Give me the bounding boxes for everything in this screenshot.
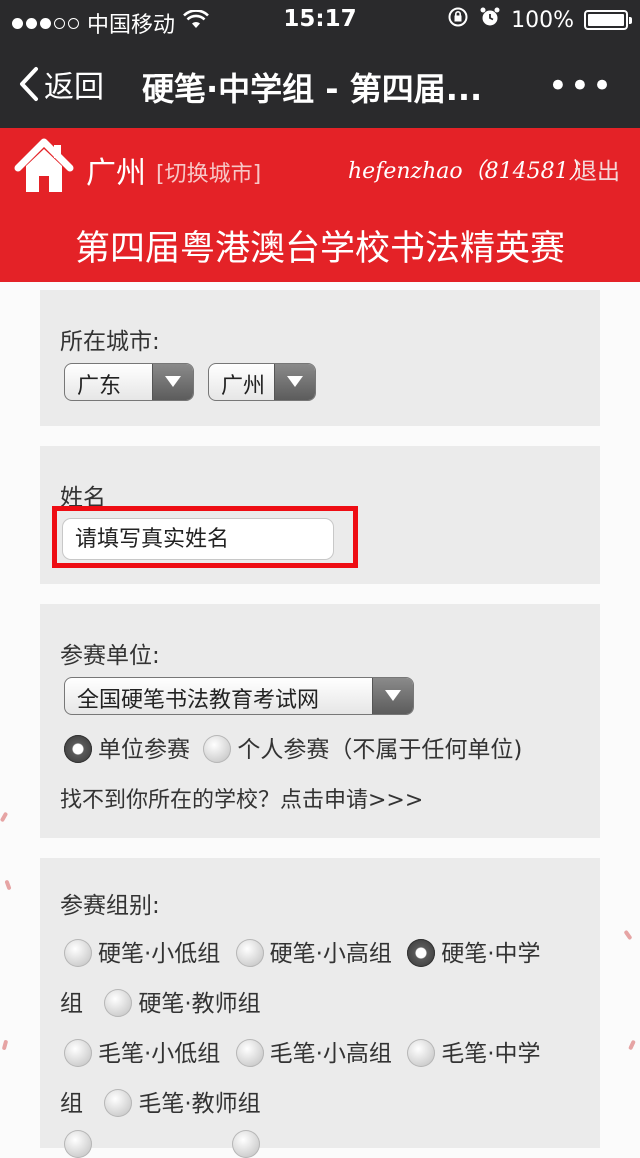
radio-unchecked-icon[interactable] xyxy=(407,1039,436,1067)
apply-school-link[interactable]: 找不到你所在的学校？点击申请>>> xyxy=(60,782,423,814)
home-icon[interactable] xyxy=(14,136,74,200)
group-option-brush-high[interactable]: 毛笔·小高组 xyxy=(235,1034,392,1068)
petal-decoration xyxy=(4,879,12,891)
group-option-label-continued: 组 xyxy=(60,991,83,1017)
group-option-label: 毛笔·中学 xyxy=(441,1041,541,1067)
unit-entry-option[interactable]: 单位参赛 xyxy=(64,730,190,764)
province-select-value: 广东 xyxy=(77,374,122,399)
rotation-lock-icon xyxy=(447,6,469,34)
user-account: hefenzhao（814581） xyxy=(348,159,591,184)
unit-label: 参赛单位: xyxy=(60,643,160,669)
unit-entry-label: 单位参赛 xyxy=(98,737,190,763)
radio-checked-icon[interactable] xyxy=(64,735,92,763)
chevron-down-icon xyxy=(274,364,315,400)
name-input[interactable] xyxy=(62,518,334,560)
group-label: 参赛组别: xyxy=(60,893,160,919)
group-row-2: 组 硬笔·教师组 xyxy=(60,984,267,1018)
unit-select-value: 全国硬笔书法教育考试网 xyxy=(77,688,320,713)
logout-link[interactable]: 退出 xyxy=(574,152,620,186)
unit-select[interactable]: 全国硬笔书法教育考试网 xyxy=(64,677,414,715)
chevron-down-icon xyxy=(372,678,413,714)
group-option-label: 毛笔·教师组 xyxy=(138,1091,261,1117)
group-option-label: 硬笔·小高组 xyxy=(269,941,392,967)
battery-percent: 100% xyxy=(511,7,574,33)
petal-decoration xyxy=(623,929,633,941)
radio-unchecked-icon[interactable] xyxy=(203,735,232,763)
back-button[interactable]: 返回 xyxy=(18,62,104,106)
site-header: 广州 [切换城市] hefenzhao（814581） 退出 第四届粤港澳台学校… xyxy=(0,128,640,282)
city-select[interactable]: 广州 xyxy=(208,363,316,401)
group-option-hard-high[interactable]: 硬笔·小高组 xyxy=(235,934,392,968)
petal-decoration xyxy=(1,1039,9,1051)
name-panel: 姓名 xyxy=(40,446,600,584)
group-option-brush-middle[interactable]: 毛笔·中学 xyxy=(407,1034,541,1068)
chevron-left-icon xyxy=(18,66,40,102)
group-row-5-partial xyxy=(64,1130,266,1158)
city-panel: 所在城市: 广东 广州 xyxy=(40,290,600,426)
radio-unchecked-icon[interactable] xyxy=(104,989,133,1017)
group-panel: 参赛组别: 硬笔·小低组 硬笔·小高组 硬笔·中学 组 硬笔·教师组 毛笔·小低… xyxy=(40,858,600,1158)
page-title: 硬笔·中学组 - 第四届... xyxy=(142,70,483,108)
radio-unchecked-icon[interactable] xyxy=(64,939,92,967)
more-options-button[interactable]: ••• xyxy=(548,66,614,106)
group-option-label: 毛笔·小低组 xyxy=(98,1041,221,1067)
group-option-hard-middle[interactable]: 硬笔·中学 xyxy=(407,934,541,968)
city-label: 所在城市: xyxy=(60,329,160,355)
group-option-brush-low[interactable]: 毛笔·小低组 xyxy=(64,1034,220,1068)
group-option-hard-teacher[interactable]: 硬笔·教师组 xyxy=(104,984,261,1018)
group-option-label: 毛笔·小高组 xyxy=(269,1041,392,1067)
name-label: 姓名 xyxy=(60,485,106,511)
radio-unchecked-icon[interactable] xyxy=(232,1130,260,1158)
radio-unchecked-icon[interactable] xyxy=(64,1130,92,1158)
radio-unchecked-icon[interactable] xyxy=(104,1089,133,1117)
competition-banner-title: 第四届粤港澳台学校书法精英赛 xyxy=(74,229,565,269)
radio-unchecked-icon[interactable] xyxy=(235,1039,264,1067)
radio-checked-icon[interactable] xyxy=(407,939,436,967)
group-option-label: 硬笔·教师组 xyxy=(138,991,261,1017)
group-option-label: 硬笔·小低组 xyxy=(98,941,221,967)
switch-city-link[interactable]: [切换城市] xyxy=(156,156,261,188)
nav-bar: 返回 硬笔·中学组 - 第四届... ••• xyxy=(0,40,640,128)
petal-decoration xyxy=(0,811,9,823)
unit-type-options: 单位参赛 个人参赛（不属于任何单位) xyxy=(64,730,528,764)
group-row-1: 硬笔·小低组 硬笔·小高组 硬笔·中学 xyxy=(64,934,547,968)
unit-panel: 参赛单位: 全国硬笔书法教育考试网 单位参赛 个人参赛（不属于任何单位) 找不到… xyxy=(40,604,600,838)
group-row-3: 毛笔·小低组 毛笔·小高组 毛笔·中学 xyxy=(64,1034,547,1068)
alarm-icon xyxy=(479,6,501,34)
group-row-4: 组 毛笔·教师组 xyxy=(60,1084,267,1118)
back-label: 返回 xyxy=(44,70,104,105)
group-option-label-continued: 组 xyxy=(60,1091,83,1117)
group-option-brush-teacher[interactable]: 毛笔·教师组 xyxy=(104,1084,261,1118)
individual-entry-option[interactable]: 个人参赛（不属于任何单位) xyxy=(203,730,522,764)
battery-icon xyxy=(584,10,632,30)
city-select-value: 广州 xyxy=(221,374,266,399)
province-select[interactable]: 广东 xyxy=(64,363,194,401)
group-option-hard-low[interactable]: 硬笔·小低组 xyxy=(64,934,220,968)
radio-unchecked-icon[interactable] xyxy=(235,939,264,967)
petal-decoration xyxy=(628,1039,636,1051)
individual-entry-label: 个人参赛（不属于任何单位) xyxy=(237,737,523,763)
radio-unchecked-icon[interactable] xyxy=(64,1039,92,1067)
chevron-down-icon xyxy=(152,364,193,400)
group-option-label: 硬笔·中学 xyxy=(441,941,541,967)
current-city: 广州 xyxy=(86,156,146,191)
status-bar: 中国移动 15:17 100% xyxy=(0,0,640,40)
